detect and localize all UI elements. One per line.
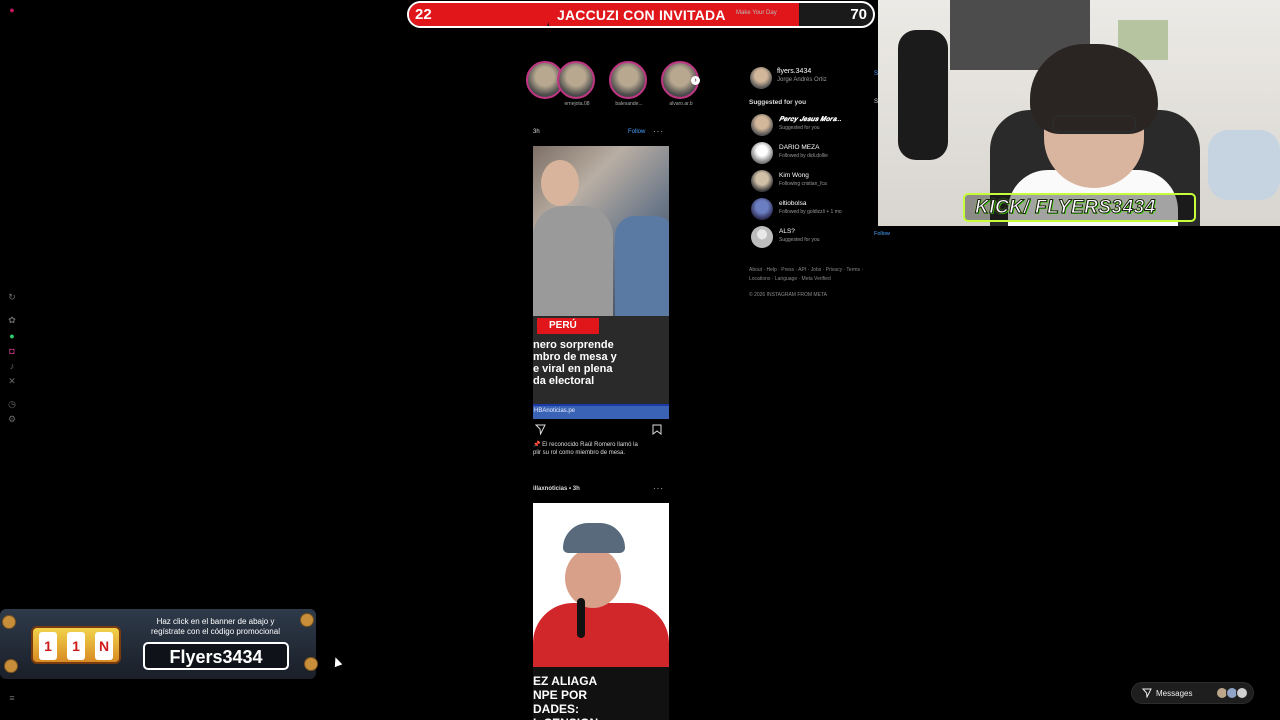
story-avatar — [557, 61, 595, 99]
suggestion-avatar — [751, 114, 773, 136]
post2-media[interactable]: EZ ALIAGA NPE POR DADES: L CENSION — [533, 503, 669, 720]
photo-face — [541, 160, 579, 206]
suggestion-name: eltiobolsa — [779, 200, 807, 207]
cam-bag — [1208, 130, 1280, 200]
suggested-title: Suggested for you — [749, 99, 807, 106]
suggestion-avatar — [751, 226, 773, 248]
story-item[interactable]: ernejota.08 — [557, 61, 597, 107]
suggestion-name: 𝑷𝒆𝒓𝒄𝒚 𝑱𝒆𝒔𝒖𝒔 𝑴𝒐𝒓𝒂... — [779, 116, 842, 123]
message-avatar — [1236, 687, 1248, 699]
footer-links[interactable]: About · Help · Press · API · Jobs · Priv… — [749, 266, 879, 284]
post-caption: 📌 El reconocido Raúl Romero llamó la pli… — [533, 442, 638, 456]
coin-icon — [300, 613, 314, 627]
chatgpt-icon[interactable]: ✿ — [7, 315, 17, 325]
story-item[interactable]: balexande... — [609, 61, 649, 107]
suggestion-row[interactable]: 𝑷𝒆𝒓𝒄𝒚 𝑱𝒆𝒔𝒖𝒔 𝑴𝒐𝒓𝒂... Suggested for you — [750, 114, 880, 136]
x-icon[interactable]: ✕ — [7, 376, 17, 386]
photo-cap — [563, 523, 625, 553]
clock-icon[interactable]: ◷ — [7, 399, 17, 409]
photo-figure — [533, 206, 613, 316]
suggestion-row[interactable]: ALS? Suggested for you Follow — [750, 226, 890, 248]
menu-icon[interactable]: ≡ — [7, 693, 17, 703]
record-icon[interactable]: ● — [7, 5, 17, 15]
suggestion-name: Kim Wong — [779, 172, 809, 179]
story-name: ernejota.08 — [564, 101, 590, 107]
my-username[interactable]: flyers.3434 — [777, 68, 811, 75]
suggestion-row[interactable]: eltiobolsa Followed by goldizzli + 1 mo — [750, 198, 880, 220]
messages-button[interactable]: Messages — [1131, 682, 1254, 704]
my-fullname: Jorge Andrés Ortiz — [777, 77, 827, 83]
post-time: 3h — [533, 129, 540, 135]
suggestion-sub: Followed by goldizzli + 1 mo — [779, 209, 842, 215]
suggestion-avatar — [751, 198, 773, 220]
instagram-icon[interactable]: ◘ — [7, 346, 17, 356]
promo-text: Haz click en el banner de abajo y regíst… — [151, 617, 280, 636]
coin-icon — [304, 657, 318, 671]
story-avatar — [609, 61, 647, 99]
bar-faded-text: Make Your Day — [736, 10, 777, 16]
suggestion-sub: Suggested for you — [779, 237, 820, 243]
suggestion-row[interactable]: Kim Wong Following cristian_fca — [750, 170, 880, 192]
post-photo — [533, 146, 669, 316]
microphone — [577, 598, 585, 638]
suggestion-name: ALS? — [779, 228, 795, 235]
post2-headline: EZ ALIAGA NPE POR DADES: L CENSION — [533, 674, 598, 720]
suggestion-sub: Followed by didi.dollie — [779, 153, 828, 159]
post-headline: nero sorprende mbro de mesa y e viral en… — [533, 339, 617, 387]
kick-badge-text: KICK/ FLYERS3434 — [975, 197, 1156, 219]
mouse-cursor — [331, 655, 343, 668]
source-label: HBAnoticias.pe — [534, 408, 576, 414]
follow-button[interactable]: Follow — [628, 129, 645, 135]
bar-title: JACCUZI CON INVITADA — [557, 7, 726, 23]
suggestion-avatar — [751, 142, 773, 164]
right-counter: 70 — [850, 6, 867, 23]
follow-button[interactable]: Follow — [874, 231, 890, 237]
suggestion-row[interactable]: DARIO MEZA Followed by didi.dollie — [750, 142, 880, 164]
settings-icon[interactable]: ⚙ — [7, 414, 17, 424]
messages-icon — [1142, 688, 1152, 698]
slot-machine-icon: 1 1 N — [31, 626, 121, 664]
share-icon[interactable] — [535, 424, 546, 435]
suggestion-avatar — [751, 170, 773, 192]
bookmark-icon[interactable] — [652, 424, 662, 435]
country-tag: PERÚ — [537, 318, 599, 334]
source-strip: HBAnoticias.pe — [533, 404, 669, 419]
cam-jacket — [898, 30, 948, 160]
post-media[interactable]: PERÚ nero sorprende mbro de mesa y e vir… — [533, 146, 669, 419]
tiktok-icon[interactable]: ♪ — [7, 361, 17, 371]
promo-banner[interactable]: 1 1 N Haz click en el banner de abajo y … — [0, 609, 318, 679]
coin-icon — [4, 659, 18, 673]
story-name: alvaro.ar.b — [669, 101, 693, 107]
kick-badge: KICK/ FLYERS3434 — [963, 193, 1196, 222]
suggestion-sub: Following cristian_fca — [779, 181, 827, 187]
photo-face — [565, 548, 621, 608]
suggestion-sub: Suggested for you — [779, 125, 820, 131]
promo-code-box[interactable]: Flyers3434 — [143, 642, 289, 670]
promo-code: Flyers3434 — [169, 647, 263, 667]
my-avatar[interactable] — [750, 67, 772, 89]
copyright: © 2026 INSTAGRAM FROM META — [749, 292, 827, 298]
screen: ● ↻ ✿ ● ◘ ♪ ✕ ◷ ⚙ ≡ 22 JACCUZI CON INVIT… — [0, 0, 1280, 720]
post2-header: illaxnoticias • 3h — [533, 486, 580, 492]
stream-top-bar: 22 JACCUZI CON INVITADA Make Your Day 70 — [407, 1, 875, 28]
history-icon[interactable]: ↻ — [7, 292, 17, 302]
post2-more-icon[interactable]: ··· — [653, 484, 664, 493]
stories-next-icon[interactable]: › — [691, 76, 700, 85]
source-bar — [533, 404, 669, 406]
story-name: balexande... — [615, 101, 643, 107]
cam-glasses — [1052, 115, 1136, 133]
slot-reel: N — [95, 632, 113, 660]
left-counter: 22 — [415, 6, 432, 23]
post-more-icon[interactable]: ··· — [653, 127, 664, 136]
photo-person-right — [615, 216, 669, 316]
whatsapp-icon[interactable]: ● — [7, 331, 17, 341]
coin-icon — [2, 615, 16, 629]
post-actions — [533, 424, 669, 436]
slot-reel: 1 — [39, 632, 57, 660]
suggestion-name: DARIO MEZA — [779, 144, 820, 151]
slot-reel: 1 — [67, 632, 85, 660]
messages-label: Messages — [1156, 689, 1193, 698]
